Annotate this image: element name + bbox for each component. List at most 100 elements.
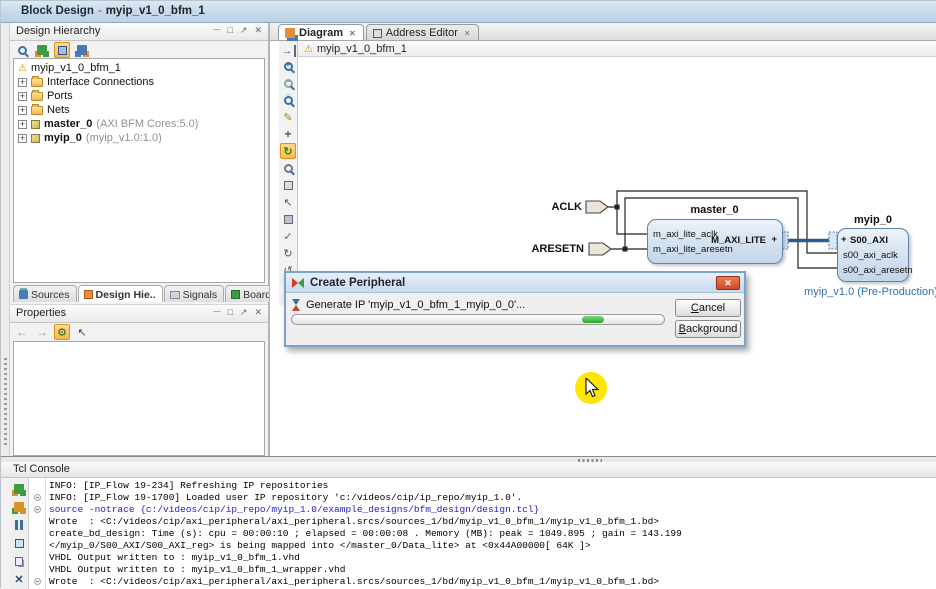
editor-tabbar: Diagram Address Editor: [270, 23, 936, 41]
aclk-port-label[interactable]: ACLK: [524, 201, 582, 213]
expand-bus-plus-icon[interactable]: +: [841, 234, 847, 245]
zoom-in-icon[interactable]: +: [280, 58, 296, 74]
close-tab-icon[interactable]: [347, 27, 356, 39]
close-icon[interactable]: [254, 25, 262, 36]
tcl-console-output[interactable]: INFO: [IP_Flow 19-234] Refreshing IP rep…: [29, 478, 936, 589]
zoom-out-icon[interactable]: −: [280, 75, 296, 91]
validate-design-icon[interactable]: ✓: [280, 228, 296, 244]
fit-view-icon[interactable]: +: [280, 126, 296, 142]
dialog-message-row: Generate IP 'myip_v1_0_bfm_1_myip_0_0'..…: [292, 299, 525, 311]
myip-0-block[interactable]: + S00_AXI s00_axi_aclk s00_axi_aresetn: [837, 228, 909, 282]
collapse-marker-icon[interactable]: [34, 506, 41, 513]
tree-item-label: Ports: [47, 90, 73, 102]
copy-icon[interactable]: [11, 553, 27, 569]
tree-item-ports[interactable]: Ports: [14, 89, 264, 103]
tcl-console-toolbar: [10, 478, 29, 589]
port-s00-axi-aresetn[interactable]: s00_axi_aresetn: [843, 265, 913, 276]
window-titlebar: Block Design-myip_v1_0_bfm_1: [1, 1, 936, 23]
maximize-console-icon[interactable]: [11, 481, 27, 497]
dock-icon[interactable]: →: [280, 45, 296, 57]
clear-console-icon[interactable]: [11, 571, 27, 587]
breadcrumb[interactable]: myip_v1_0_bfm_1: [317, 43, 407, 55]
design-hierarchy-panel: Design Hierarchy myip_v1_0_bfm_1 Interfa…: [10, 23, 269, 304]
window-doc-name: myip_v1_0_bfm_1: [106, 5, 205, 17]
master-0-block[interactable]: m_axi_lite_aclk m_axi_lite_aresetn M_AXI…: [647, 219, 783, 264]
ip-properties-icon[interactable]: [280, 211, 296, 227]
expand-all-icon[interactable]: [34, 42, 50, 58]
expand-plus-icon[interactable]: [18, 106, 27, 115]
aresetn-port-label[interactable]: ARESETN: [512, 243, 584, 255]
design-hierarchy-icon: [84, 290, 93, 299]
port-s00-axi[interactable]: S00_AXI: [850, 235, 888, 246]
close-icon[interactable]: [254, 307, 262, 318]
expand-plus-icon[interactable]: [18, 134, 27, 143]
dialog-close-button[interactable]: [716, 276, 740, 290]
console-line: Wrote : <C:/videos/cip/axi_peripheral/ax…: [49, 516, 659, 528]
search-icon[interactable]: [14, 42, 30, 58]
maximize-icon[interactable]: [227, 25, 232, 35]
expand-plus-icon[interactable]: [18, 92, 27, 101]
journal-icon[interactable]: [11, 535, 27, 551]
tab-address-editor[interactable]: Address Editor: [366, 24, 479, 40]
port-m-axi-lite[interactable]: M_AXI_LITE: [711, 235, 766, 246]
tree-item-master-0[interactable]: master_0 (AXI BFM Cores:5.0): [14, 117, 264, 131]
console-line: </myip_0/S00_AXI/S00_AXI_reg> is being m…: [49, 540, 591, 552]
select-area-icon[interactable]: ✎: [280, 109, 296, 125]
tab-design-hierarchy[interactable]: Design Hie..: [78, 285, 163, 302]
hourglass-icon: [292, 299, 301, 311]
design-hierarchy-title: Design Hierarchy: [16, 25, 100, 37]
zoom-fit-icon[interactable]: □: [280, 92, 296, 108]
myip-block-title: myip_0: [837, 214, 909, 226]
float-icon[interactable]: [240, 25, 248, 36]
tree-item-nets[interactable]: Nets: [14, 103, 264, 117]
properties-settings-icon[interactable]: [54, 324, 70, 340]
properties-toolbar: ← →: [14, 324, 90, 340]
close-tab-icon[interactable]: [462, 27, 471, 39]
tree-item-myip-0[interactable]: myip_0 (myip_v1.0:1.0): [14, 131, 264, 145]
tree-item-detail: (myip_v1.0:1.0): [86, 132, 162, 144]
maximize-icon[interactable]: [227, 307, 232, 317]
port-s00-axi-aclk[interactable]: s00_axi_aclk: [843, 250, 898, 261]
collapse-all-icon[interactable]: [54, 42, 70, 58]
autofit-selection-icon[interactable]: ↻: [280, 143, 296, 159]
tree-root-item[interactable]: myip_v1_0_bfm_1: [14, 61, 264, 75]
tab-label: Diagram: [299, 27, 343, 39]
mouse-cursor-icon: [585, 378, 601, 398]
cancel-button[interactable]: Cancel: [675, 299, 741, 317]
diagram-toolbar: → + − □ ✎ + ↻ ↖ ✓ ↻ ↺: [279, 41, 298, 306]
board-icon: [231, 290, 240, 299]
expand-bus-plus-icon[interactable]: +: [771, 234, 777, 245]
pause-output-icon[interactable]: [11, 517, 27, 533]
back-arrow-icon[interactable]: ←: [14, 324, 30, 340]
magnify-icon[interactable]: [280, 160, 296, 176]
minimize-icon[interactable]: [213, 25, 220, 35]
scroll-lock-icon[interactable]: [11, 499, 27, 515]
minimize-icon[interactable]: [213, 307, 220, 317]
tab-diagram[interactable]: Diagram: [278, 24, 364, 40]
tab-sources[interactable]: Sources: [13, 285, 77, 302]
regenerate-layout-icon[interactable]: ↻: [280, 245, 296, 261]
port-m-axi-lite-aclk[interactable]: m_axi_lite_aclk: [653, 229, 718, 240]
tree-item-detail: (AXI BFM Cores:5.0): [96, 118, 198, 130]
tab-signals[interactable]: Signals: [164, 285, 224, 302]
show-hierarchy-icon[interactable]: [74, 42, 90, 58]
properties-panel: Properties ← →: [10, 304, 269, 459]
background-button[interactable]: Background: [675, 320, 741, 338]
collapse-marker-icon[interactable]: [34, 578, 41, 585]
expand-plus-icon[interactable]: [18, 120, 27, 129]
sources-icon: [19, 290, 28, 299]
console-gutter: [45, 478, 46, 589]
collapse-marker-icon[interactable]: [34, 494, 41, 501]
dock-drag-handle[interactable]: [4, 358, 7, 448]
address-editor-icon: [373, 29, 382, 38]
add-ip-icon[interactable]: [280, 177, 296, 193]
tree-item-label: Nets: [47, 104, 70, 116]
dialog-titlebar[interactable]: Create Peripheral: [286, 273, 744, 293]
select-pointer-icon[interactable]: [74, 324, 90, 340]
forward-arrow-icon[interactable]: →: [34, 324, 50, 340]
warning-icon: [18, 62, 27, 74]
float-icon[interactable]: [240, 307, 248, 318]
pointer-mode-icon[interactable]: ↖: [280, 194, 296, 210]
expand-plus-icon[interactable]: [18, 78, 27, 87]
tree-item-interface-connections[interactable]: Interface Connections: [14, 75, 264, 89]
